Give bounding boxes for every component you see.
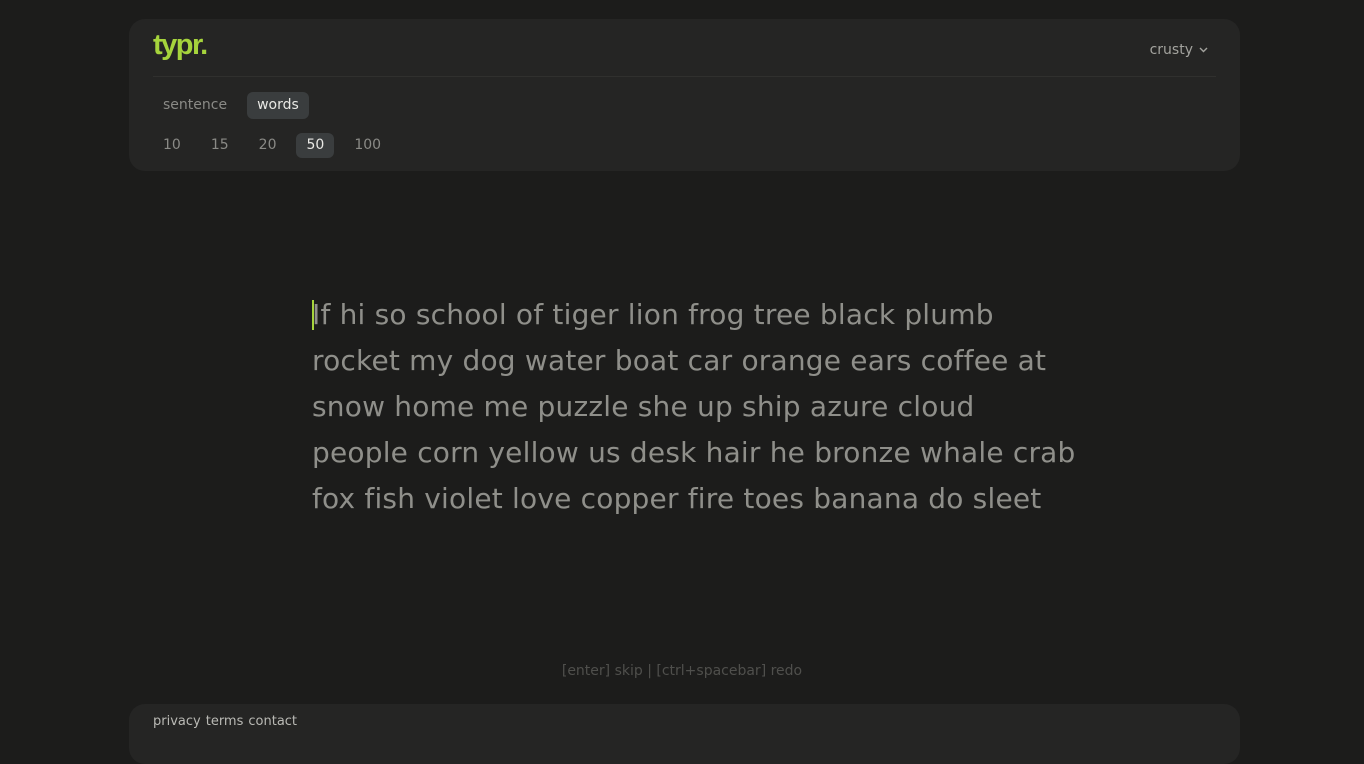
- typing-test-text[interactable]: If hi so school of tiger lion frog tree …: [312, 292, 1076, 522]
- logo[interactable]: typr.: [153, 29, 208, 62]
- footer-links: privacy terms contact: [153, 714, 297, 729]
- count-100-button[interactable]: 100: [344, 133, 391, 158]
- mode-selector: sentence words: [153, 92, 309, 119]
- theme-selector[interactable]: crusty: [1150, 42, 1208, 58]
- footer-panel: privacy terms contact: [129, 704, 1240, 764]
- text-line: snow home me puzzle she up ship azure cl…: [312, 390, 975, 423]
- text-line: If hi so school of tiger lion frog tree …: [312, 292, 1072, 338]
- text-line: people corn yellow us desk hair he bronz…: [312, 436, 1076, 469]
- header-divider: [153, 76, 1216, 77]
- keyboard-hint: [enter] skip | [ctrl+spacebar] redo: [561, 663, 803, 679]
- theme-label: crusty: [1149, 42, 1193, 58]
- header-panel: typr. crusty sentence words 10 15 20 50 …: [129, 19, 1240, 171]
- count-15-button[interactable]: 15: [201, 133, 239, 158]
- chevron-down-icon: [1199, 47, 1208, 53]
- text-line: fox fish violet love copper fire toes ba…: [312, 482, 1042, 515]
- word-count-selector: 10 15 20 50 100: [153, 133, 391, 158]
- count-10-button[interactable]: 10: [153, 133, 191, 158]
- privacy-link[interactable]: privacy: [153, 714, 201, 729]
- contact-link[interactable]: contact: [248, 714, 297, 729]
- count-20-button[interactable]: 20: [249, 133, 287, 158]
- mode-sentence-button[interactable]: sentence: [153, 92, 237, 119]
- text-line-content: If hi so school of tiger lion frog tree …: [312, 298, 994, 331]
- mode-words-button[interactable]: words: [247, 92, 309, 119]
- terms-link[interactable]: terms: [206, 714, 244, 729]
- count-50-button[interactable]: 50: [296, 133, 335, 158]
- text-line: rocket my dog water boat car orange ears…: [312, 344, 1047, 377]
